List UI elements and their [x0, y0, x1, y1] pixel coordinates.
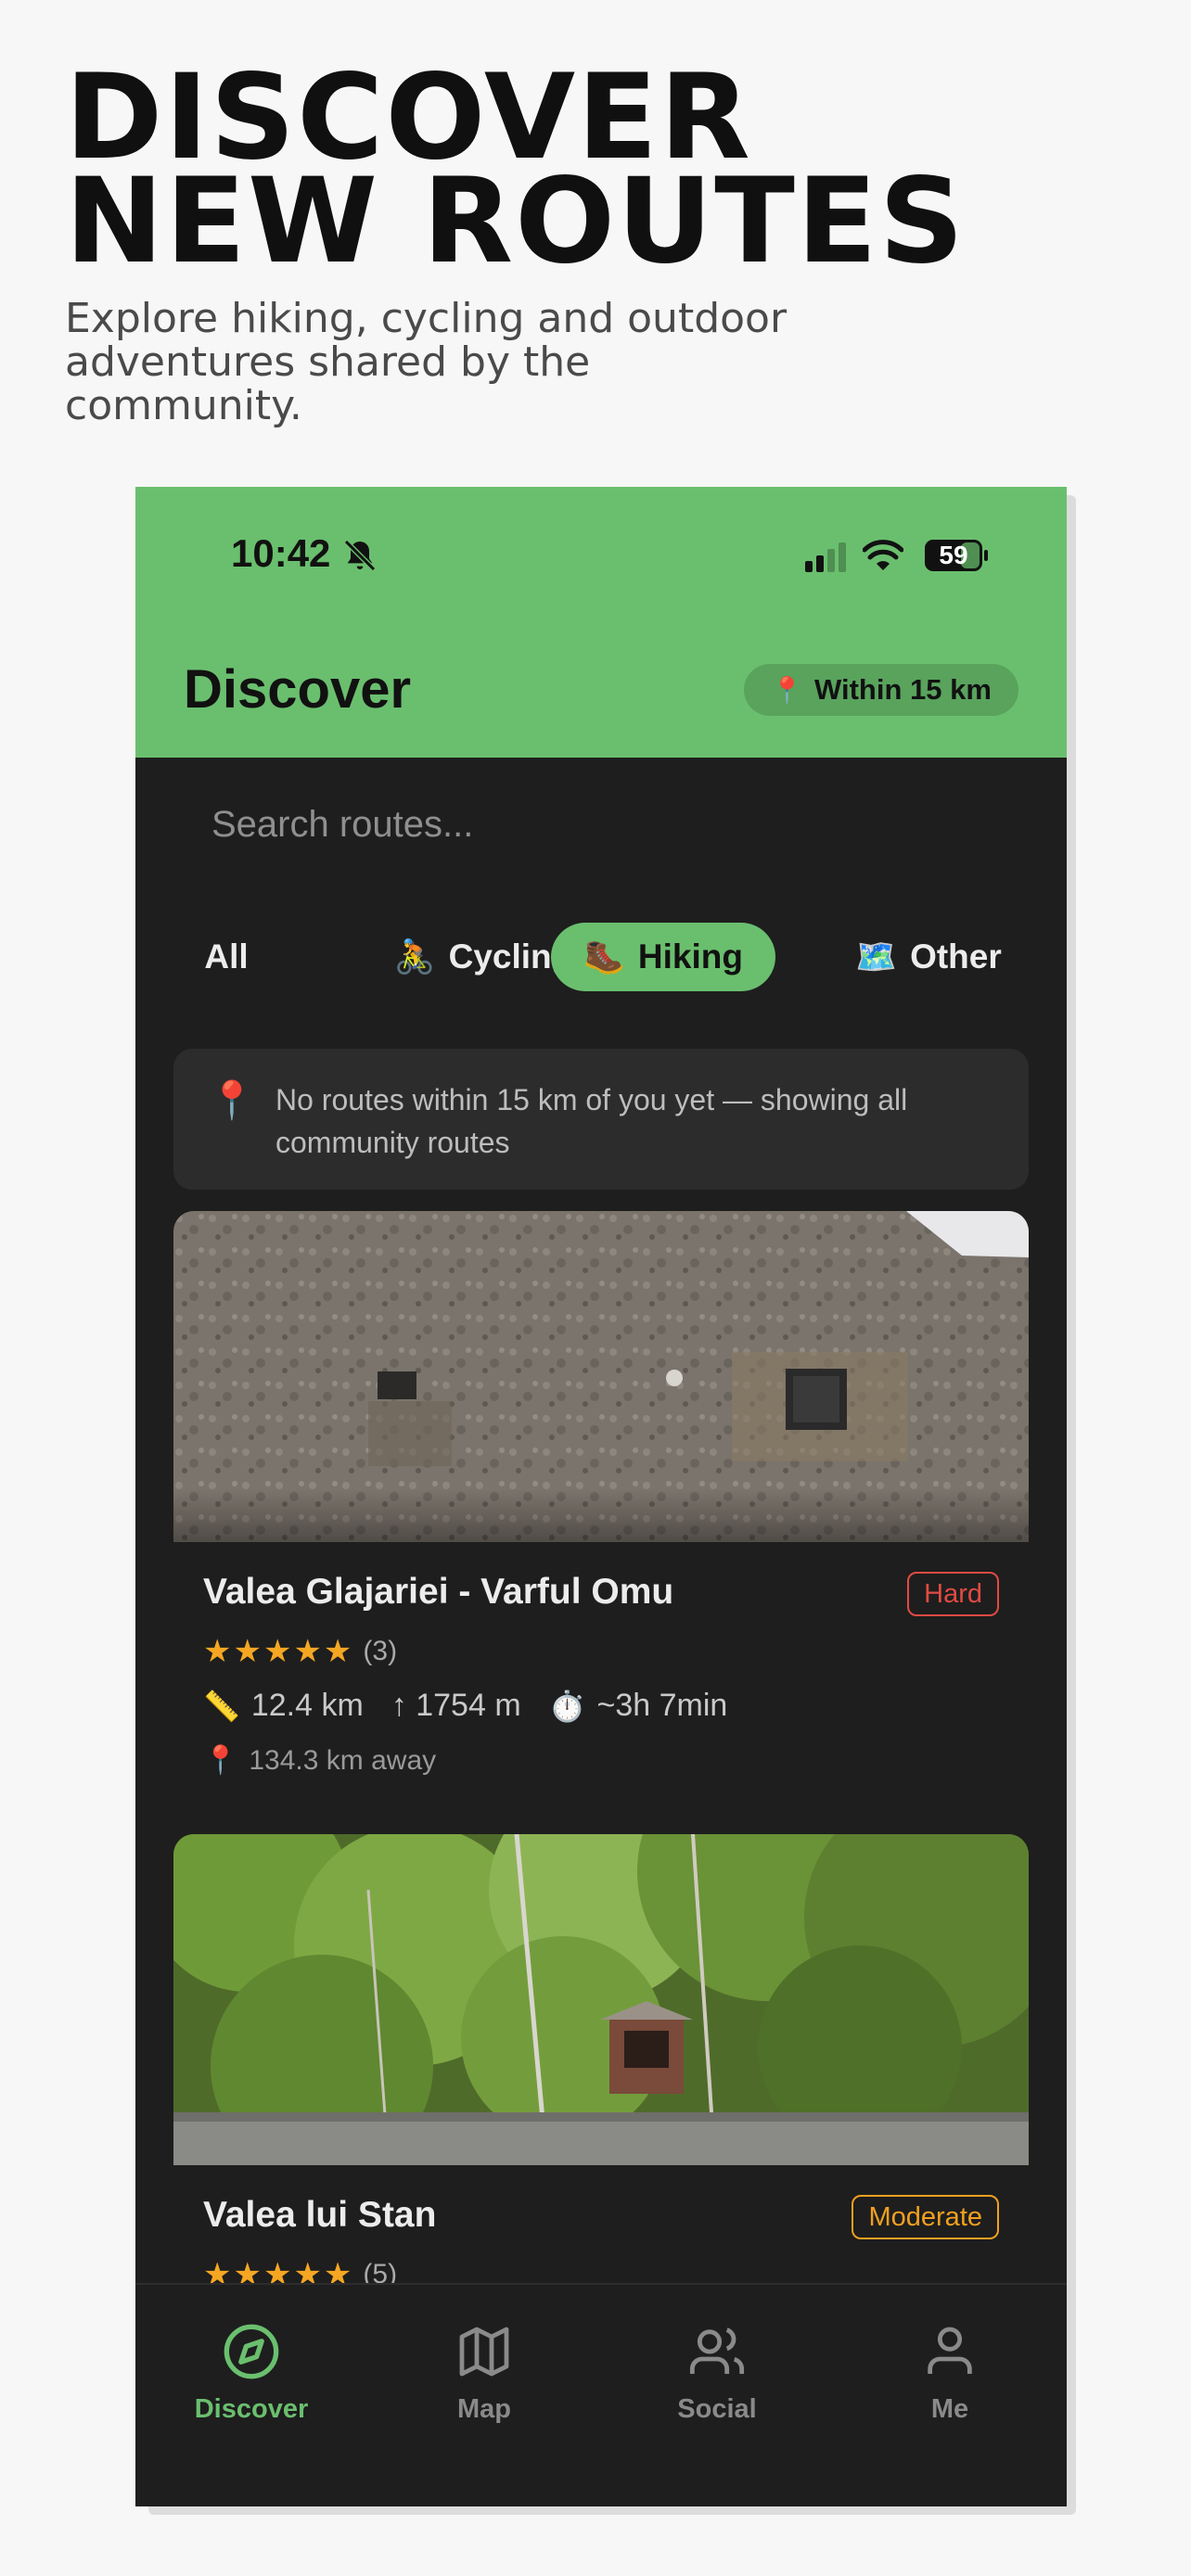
- route-title: Valea Glajariei - Varful Omu: [203, 1572, 674, 1612]
- page-title: Discover: [184, 659, 412, 720]
- cyclist-icon: 🚴: [393, 937, 436, 976]
- tab-discover[interactable]: Discover: [159, 2322, 344, 2425]
- bell-slash-icon: [343, 539, 377, 572]
- elevation-stat: ↑ 1754 m: [391, 1688, 521, 1724]
- filter-chip-label: Other: [910, 937, 1002, 976]
- distance-away: 📍 134.3 km away: [203, 1744, 436, 1777]
- route-photo: [173, 1834, 1029, 2165]
- users-icon: [689, 2327, 745, 2374]
- map-emoji-icon: 🗺️: [855, 937, 898, 976]
- duration-value: ~3h 7min: [596, 1688, 728, 1723]
- device-screen: 10:42 59 Discover 📍 Within 15 km Search …: [135, 487, 1067, 2506]
- radius-filter-chip[interactable]: 📍 Within 15 km: [744, 664, 1018, 716]
- promo-subtitle: Explore hiking, cycling and outdoor adve…: [65, 295, 788, 429]
- radius-filter-label: Within 15 km: [813, 673, 992, 706]
- promo-title-line-2: NEW ROUTES: [65, 152, 967, 289]
- filter-chip-label: Hiking: [637, 937, 743, 976]
- tab-social[interactable]: Social: [624, 2322, 810, 2425]
- signal-icon: [805, 542, 846, 572]
- filter-chip-label: All: [204, 937, 249, 976]
- route-card[interactable]: Valea Glajariei - Varful Omu Hard ★★★★★ …: [173, 1211, 1029, 1786]
- route-rating: ★★★★★ (3): [203, 1633, 397, 1670]
- location-pin-icon: 📍: [203, 1745, 238, 1776]
- filter-chip-hiking[interactable]: 🥾 Hiking: [551, 923, 775, 991]
- map-icon: [459, 2327, 509, 2377]
- stopwatch-icon: ⏱️: [548, 1689, 586, 1723]
- distance-stat: 📏 12.4 km: [203, 1688, 364, 1724]
- route-title: Valea lui Stan: [203, 2195, 437, 2235]
- tab-label: Me: [930, 2394, 969, 2424]
- category-filter-bar: All 🚴 Cycling 🥾 Hiking 🗺️ Other: [135, 923, 1067, 991]
- distance-away-value: 134.3 km away: [249, 1744, 437, 1776]
- distance-value: 12.4 km: [250, 1688, 364, 1723]
- duration-stat: ⏱️ ~3h 7min: [549, 1688, 728, 1724]
- status-bar: 10:42 59: [135, 487, 1067, 626]
- location-pin-icon: 📍: [771, 674, 803, 706]
- notice-text: No routes within 15 km of you yet — show…: [275, 1083, 908, 1159]
- status-time: 10:42: [231, 531, 331, 575]
- route-stats: 📏 12.4 km ↑ 1754 m ⏱️ ~3h 7min: [203, 1688, 727, 1724]
- tab-label: Social: [677, 2394, 757, 2424]
- app-header: 10:42 59 Discover 📍 Within 15 km: [135, 487, 1067, 758]
- promo-header: DISCOVER NEW ROUTES Explore hiking, cycl…: [65, 58, 1132, 429]
- tab-map[interactable]: Map: [391, 2322, 577, 2425]
- compass-icon: [224, 2324, 279, 2379]
- battery-level: 59: [939, 541, 968, 569]
- hiking-boot-icon: 🥾: [583, 937, 625, 976]
- user-icon: [928, 2327, 972, 2374]
- location-notice: 📍 No routes within 15 km of you yet — sh…: [173, 1049, 1029, 1190]
- route-photo: [173, 1211, 1029, 1542]
- difficulty-badge: Moderate: [852, 2195, 999, 2239]
- tab-label: Discover: [194, 2394, 309, 2424]
- rock-face-photo: [173, 1211, 1029, 1542]
- review-count: (3): [363, 1636, 398, 1666]
- bottom-tab-bar: Discover Map Social Me: [135, 2283, 1067, 2506]
- ruler-icon: 📏: [203, 1689, 240, 1723]
- filter-chip-other[interactable]: 🗺️ Other: [822, 923, 1035, 991]
- star-rating-icon: ★★★★★: [203, 1633, 354, 1670]
- elevation-value: ↑ 1754 m: [391, 1688, 521, 1723]
- tab-me[interactable]: Me: [857, 2322, 1043, 2425]
- search-input[interactable]: Search routes...: [211, 804, 473, 846]
- location-pin-icon: 📍: [209, 1079, 255, 1122]
- difficulty-badge: Hard: [907, 1572, 999, 1616]
- tab-label: Map: [457, 2394, 511, 2424]
- promo-title: DISCOVER NEW ROUTES: [65, 58, 1132, 289]
- wifi-icon: [863, 540, 903, 570]
- forest-shrine-photo: [173, 1834, 1029, 2165]
- filter-chip-all[interactable]: All: [180, 923, 273, 991]
- route-card[interactable]: Valea lui Stan Moderate ★★★★★ (5): [173, 1834, 1029, 2293]
